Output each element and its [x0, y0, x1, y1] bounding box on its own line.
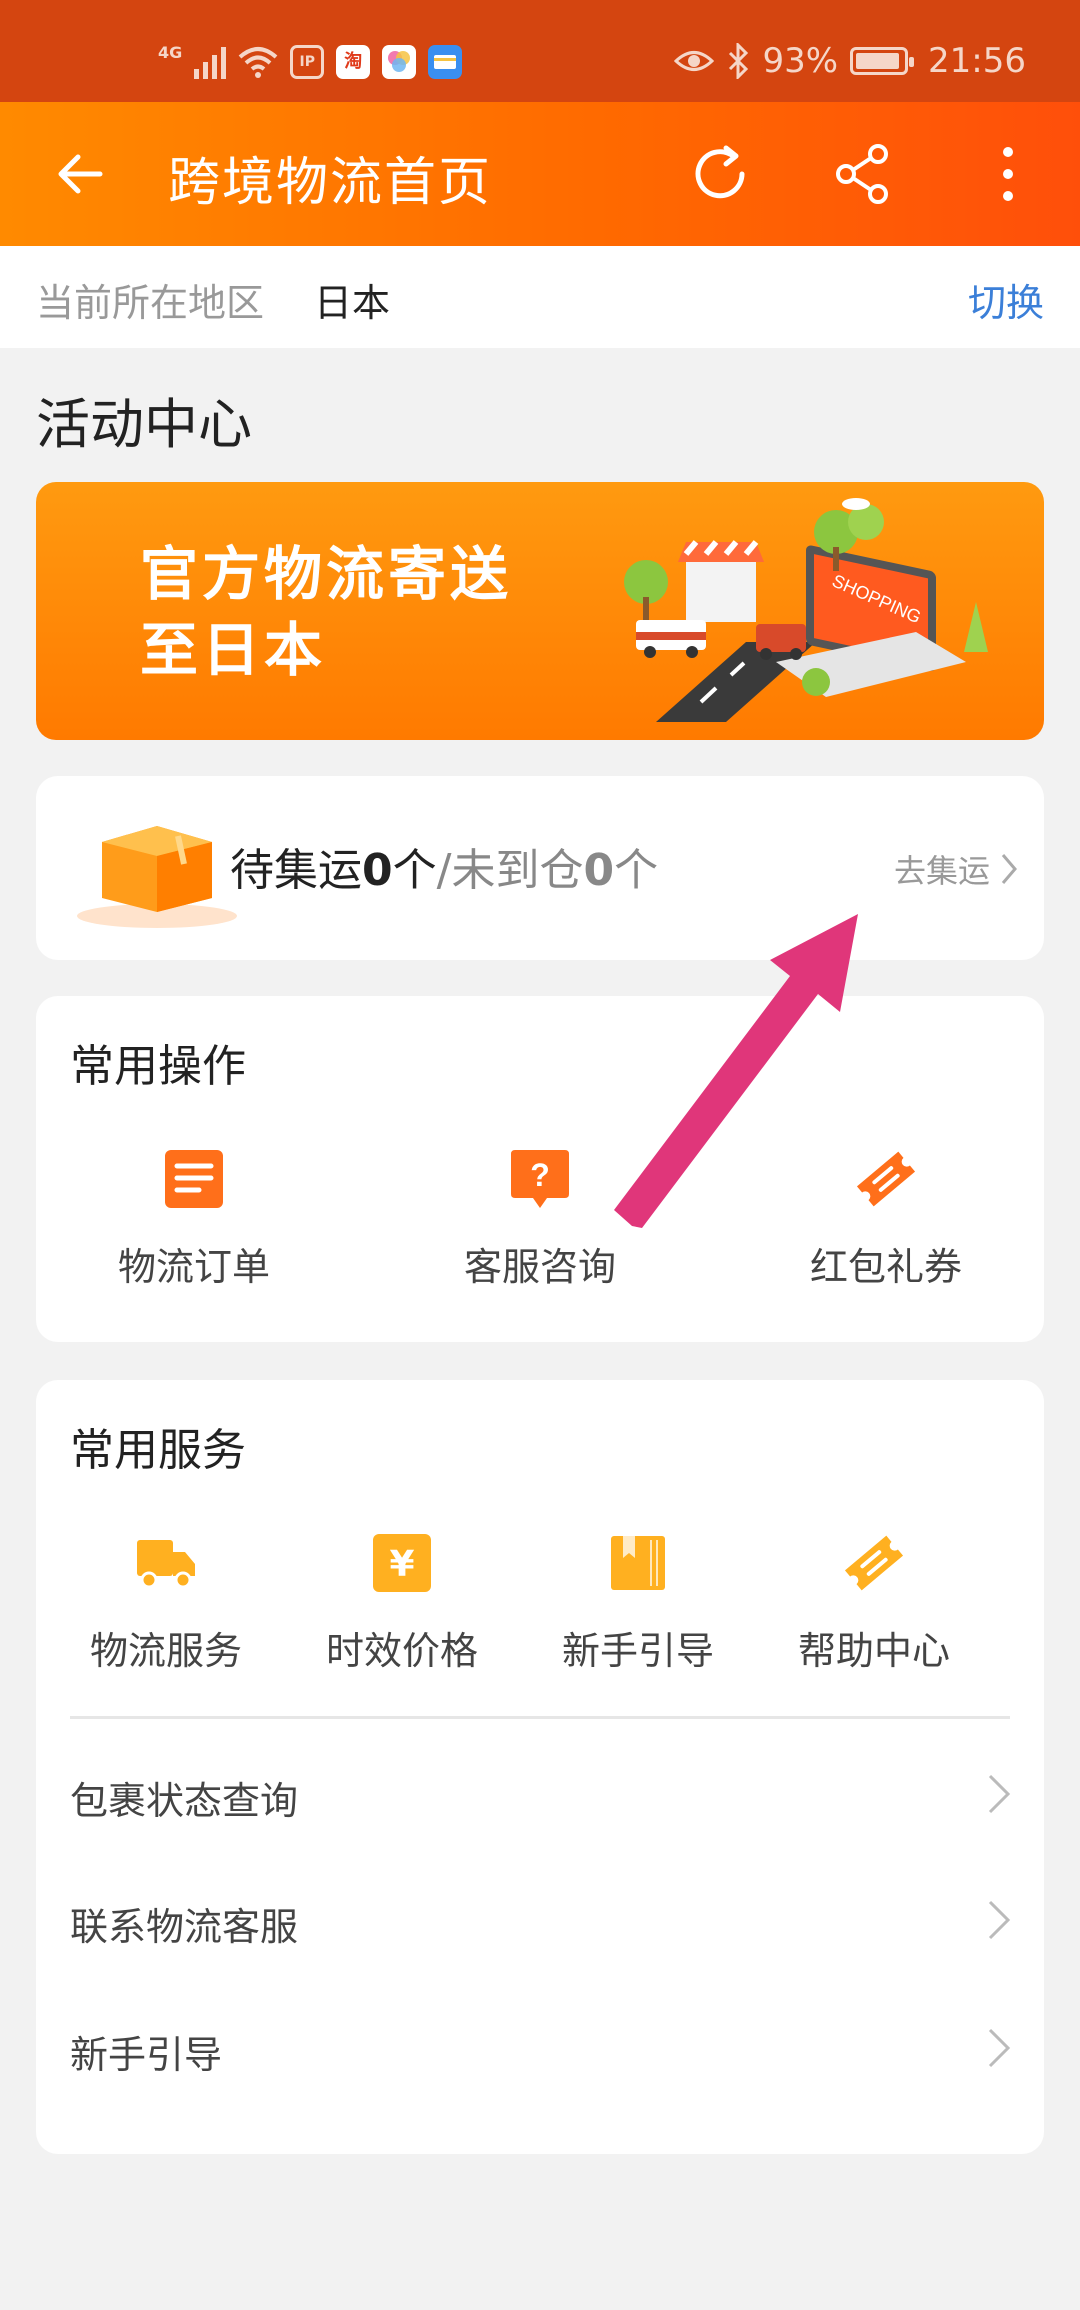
eye-icon: [674, 51, 715, 71]
consolidation-card: 待集运0个/未到仓0个 去集运: [36, 776, 1044, 960]
banner-line-2: 至日本: [140, 616, 327, 684]
help-center-label: 帮助中心: [797, 1629, 950, 1673]
bluetooth-icon: [729, 43, 749, 79]
ticket-icon: [844, 1535, 904, 1591]
status-icons-right: 93% 21:56: [674, 38, 1026, 84]
region-label: 当前所在地区: [36, 281, 265, 325]
status-icons-left: 4G IP 淘: [158, 40, 463, 84]
activity-center-title: 活动中心: [36, 393, 252, 456]
promo-banner[interactable]: 官方物流寄送 至日本 SHOPPING: [36, 482, 1044, 740]
go-consolidate-link[interactable]: 去集运: [894, 846, 1018, 892]
beginner-guide-label: 新手引导: [561, 1629, 714, 1673]
not-arrived-label: 未到仓: [451, 845, 584, 896]
battery-percent: 93%: [762, 41, 839, 81]
go-consolidate-label: 去集运: [893, 852, 990, 890]
logistics-service-label: 物流服务: [89, 1629, 242, 1673]
more-vertical-icon[interactable]: [974, 140, 1042, 208]
common-operations-title: 常用操作: [70, 1041, 246, 1092]
region-switch-button[interactable]: 切换: [968, 272, 1044, 327]
guide-link[interactable]: 新手引导: [70, 2002, 1014, 2092]
yen-icon: ¥: [373, 1534, 431, 1592]
timing-price-label: 时效价格: [325, 1629, 478, 1673]
help-center-button[interactable]: 帮助中心: [784, 1532, 964, 1675]
common-services-card: 常用服务 物流服务 ¥ 时效价格 新手引导 帮助中心 包裹状态查询 联系物流客服…: [36, 1380, 1044, 2154]
separator: /: [436, 845, 452, 896]
clock: 21:56: [928, 41, 1026, 81]
question-chat-icon: ?: [511, 1150, 569, 1208]
battery-level: [856, 53, 899, 69]
pending-label: 待集运: [230, 845, 362, 896]
contact-support-label: 联系物流客服: [70, 1905, 299, 1949]
pending-unit: 个: [392, 845, 437, 896]
package-status-link[interactable]: 包裹状态查询: [70, 1748, 1014, 1838]
app-header: 跨境物流首页: [0, 102, 1080, 246]
common-services-title: 常用服务: [70, 1425, 246, 1476]
not-arrived-unit: 个: [614, 845, 659, 896]
banner-line-1: 官方物流寄送: [140, 540, 513, 608]
package-status-label: 包裹状态查询: [70, 1779, 299, 1823]
battery-icon: [850, 47, 915, 75]
order-list-icon: [165, 1150, 223, 1208]
taobao-app-icon: 淘: [336, 45, 371, 79]
svg-text:¥: ¥: [389, 1544, 414, 1585]
region-bar: 当前所在地区 日本 切换: [0, 246, 1080, 348]
signal-icon: [194, 45, 227, 79]
order-list-button[interactable]: 物流订单: [84, 1148, 304, 1291]
consolidation-summary: 待集运0个/未到仓0个: [230, 834, 658, 898]
order-list-label: 物流订单: [117, 1245, 270, 1289]
share-icon[interactable]: [830, 140, 898, 208]
network-type: 4G: [158, 42, 183, 62]
not-arrived-count: 0: [583, 845, 615, 896]
customer-service-label: 客服咨询: [463, 1245, 616, 1289]
beginner-guide-button[interactable]: 新手引导: [548, 1532, 728, 1675]
truck-icon: [137, 1540, 195, 1589]
status-bar: 4G IP 淘 93% 21:56: [0, 0, 1080, 102]
pending-count: 0: [362, 845, 393, 896]
arrow-left-icon[interactable]: [50, 144, 110, 204]
logistics-service-button[interactable]: 物流服务: [76, 1532, 256, 1675]
refresh-icon[interactable]: [686, 140, 754, 208]
book-icon: [611, 1536, 665, 1590]
common-operations-card: 常用操作 物流订单 ? 客服咨询 红包礼券: [36, 996, 1044, 1342]
annotation-arrow: [614, 914, 858, 1228]
timing-price-button[interactable]: ¥ 时效价格: [312, 1532, 492, 1675]
banner-text: 官方物流寄送 至日本: [140, 536, 512, 688]
chevron-right-icon: [988, 1900, 1011, 1940]
package-box-icon: [77, 826, 237, 928]
region-value: 日本: [314, 281, 391, 325]
ip-app-icon: IP: [290, 45, 325, 79]
divider: [70, 1716, 1010, 1719]
page-title: 跨境物流首页: [168, 153, 493, 213]
coupon-label: 红包礼券: [809, 1245, 962, 1289]
gallery-app-icon: [382, 45, 417, 79]
chevron-right-icon: [1001, 854, 1017, 884]
shopping-illustration: SHOPPING: [624, 498, 988, 722]
contact-support-link[interactable]: 联系物流客服: [70, 1874, 1014, 1964]
chevron-right-icon: [988, 2028, 1011, 2068]
chevron-right-icon: [988, 1774, 1011, 1814]
wifi-icon: [238, 47, 278, 78]
svg-text:?: ?: [530, 1157, 550, 1193]
wallet-app-icon: [428, 45, 463, 79]
guide-link-label: 新手引导: [70, 2033, 223, 2077]
